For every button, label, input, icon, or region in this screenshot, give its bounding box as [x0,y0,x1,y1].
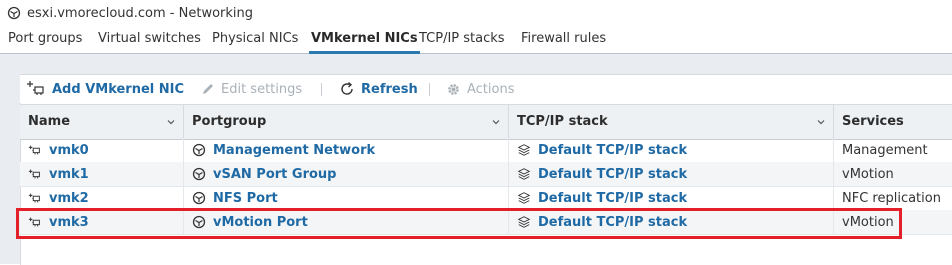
column-header-label: TCP/IP stack [517,114,608,129]
portgroup-link[interactable]: vSAN Port Group [213,163,337,186]
vmkernel-nic-icon [28,193,40,203]
services-value: Management [842,142,928,158]
tab-vmkernel-nics[interactable]: VMkernel NICs [309,26,420,54]
vmkernel-nic-icon [28,145,40,155]
name-cell: vmk3 [20,210,184,234]
actions-label: Actions [467,81,515,97]
vmk-name-link[interactable]: vmk0 [49,139,89,162]
refresh-icon [341,81,353,95]
pencil-icon [203,84,213,94]
portgroup-cell: vSAN Port Group [184,162,509,186]
gear-icon [448,83,459,95]
tab-physical-nics[interactable]: Physical NICs [212,26,298,53]
services-cell: vMotion [834,162,952,186]
vmk-name-link[interactable]: vmk2 [49,187,89,210]
vmkernel-nic-icon [28,169,40,179]
toolbar-divider [321,83,322,96]
column-header-portgroup[interactable]: Portgroup [184,105,509,139]
tcpip-stack-cell: Default TCP/IP stack [509,186,834,210]
actions-button[interactable]: Actions [446,75,515,103]
column-header-services[interactable]: Services [834,105,952,139]
stack-layers-icon [517,144,531,156]
window-title: esxi.vmorecloud.com - Networking [27,5,254,21]
tcpip-stack-link[interactable]: Default TCP/IP stack [538,163,687,186]
edit-settings-button[interactable]: Edit settings [201,75,302,103]
table-row[interactable]: vmk2 NFS Port Default TCP/IP stack NFC r… [20,186,952,211]
portgroup-icon [192,167,206,181]
refresh-button[interactable]: Refresh [339,75,418,103]
edit-settings-label: Edit settings [221,81,303,97]
column-header-label: Name [28,114,71,129]
tcpip-stack-link[interactable]: Default TCP/IP stack [538,187,687,210]
portgroup-cell: NFS Port [184,186,509,210]
services-cell: NFC replication [834,186,952,210]
tab-firewall-rules[interactable]: Firewall rules [521,26,606,53]
title-bar: esxi.vmorecloud.com - Networking [0,0,952,26]
chevron-down-icon[interactable] [817,118,825,126]
globe-network-icon [7,6,21,20]
column-header-label: Services [842,114,904,129]
portgroup-link[interactable]: NFS Port [213,187,278,210]
name-cell: vmk1 [20,162,184,186]
portgroup-link[interactable]: vMotion Port [213,211,308,234]
tab-tcpip-stacks[interactable]: TCP/IP stacks [419,26,505,53]
add-vmkernel-nic-label: Add VMkernel NIC [52,81,185,97]
refresh-label: Refresh [361,81,418,97]
portgroup-icon [192,143,206,157]
table-row[interactable]: vmk3 vMotion Port Default TCP/IP stack v… [20,210,952,235]
tcpip-stack-cell: Default TCP/IP stack [509,210,834,234]
toolbar-divider [429,83,430,96]
services-cell: Management [834,138,952,162]
vmk-name-link[interactable]: vmk3 [49,211,89,234]
chevron-down-icon[interactable] [492,118,500,126]
services-value: NFC replication [842,190,941,206]
column-header-label: Portgroup [192,114,267,129]
table-header: Name Portgroup TCP/IP stack Services [20,104,952,140]
tab-port-groups[interactable]: Port groups [8,26,82,53]
services-value: vMotion [842,166,894,182]
stack-layers-icon [517,192,531,204]
name-cell: vmk2 [20,186,184,210]
portgroup-cell: Management Network [184,138,509,162]
portgroup-icon [192,215,206,229]
portgroup-link[interactable]: Management Network [213,139,375,162]
portgroup-icon [192,191,206,205]
tab-bar: Port groups Virtual switches Physical NI… [0,26,952,54]
add-nic-icon [27,81,44,95]
stack-layers-icon [517,168,531,180]
column-header-name[interactable]: Name [20,105,184,139]
add-vmkernel-nic-button[interactable]: Add VMkernel NIC [24,75,184,103]
portgroup-cell: vMotion Port [184,210,509,234]
services-value: vMotion [842,214,894,230]
tab-virtual-switches[interactable]: Virtual switches [98,26,201,53]
chevron-down-icon[interactable] [167,118,175,126]
services-cell: vMotion [834,210,952,234]
column-header-tcpip-stack[interactable]: TCP/IP stack [509,105,834,139]
toolbar: Add VMkernel NIC Edit settings Refresh A… [20,75,952,103]
tcpip-stack-link[interactable]: Default TCP/IP stack [538,211,687,234]
table-row[interactable]: vmk0 Management Network Default TCP/IP s… [20,138,952,163]
tcpip-stack-cell: Default TCP/IP stack [509,162,834,186]
stack-layers-icon [517,216,531,228]
tcpip-stack-cell: Default TCP/IP stack [509,138,834,162]
name-cell: vmk0 [20,138,184,162]
vmk-name-link[interactable]: vmk1 [49,163,89,186]
vmkernel-nic-icon [28,217,40,227]
table-row[interactable]: vmk1 vSAN Port Group Default TCP/IP stac… [20,162,952,187]
tcpip-stack-link[interactable]: Default TCP/IP stack [538,139,687,162]
